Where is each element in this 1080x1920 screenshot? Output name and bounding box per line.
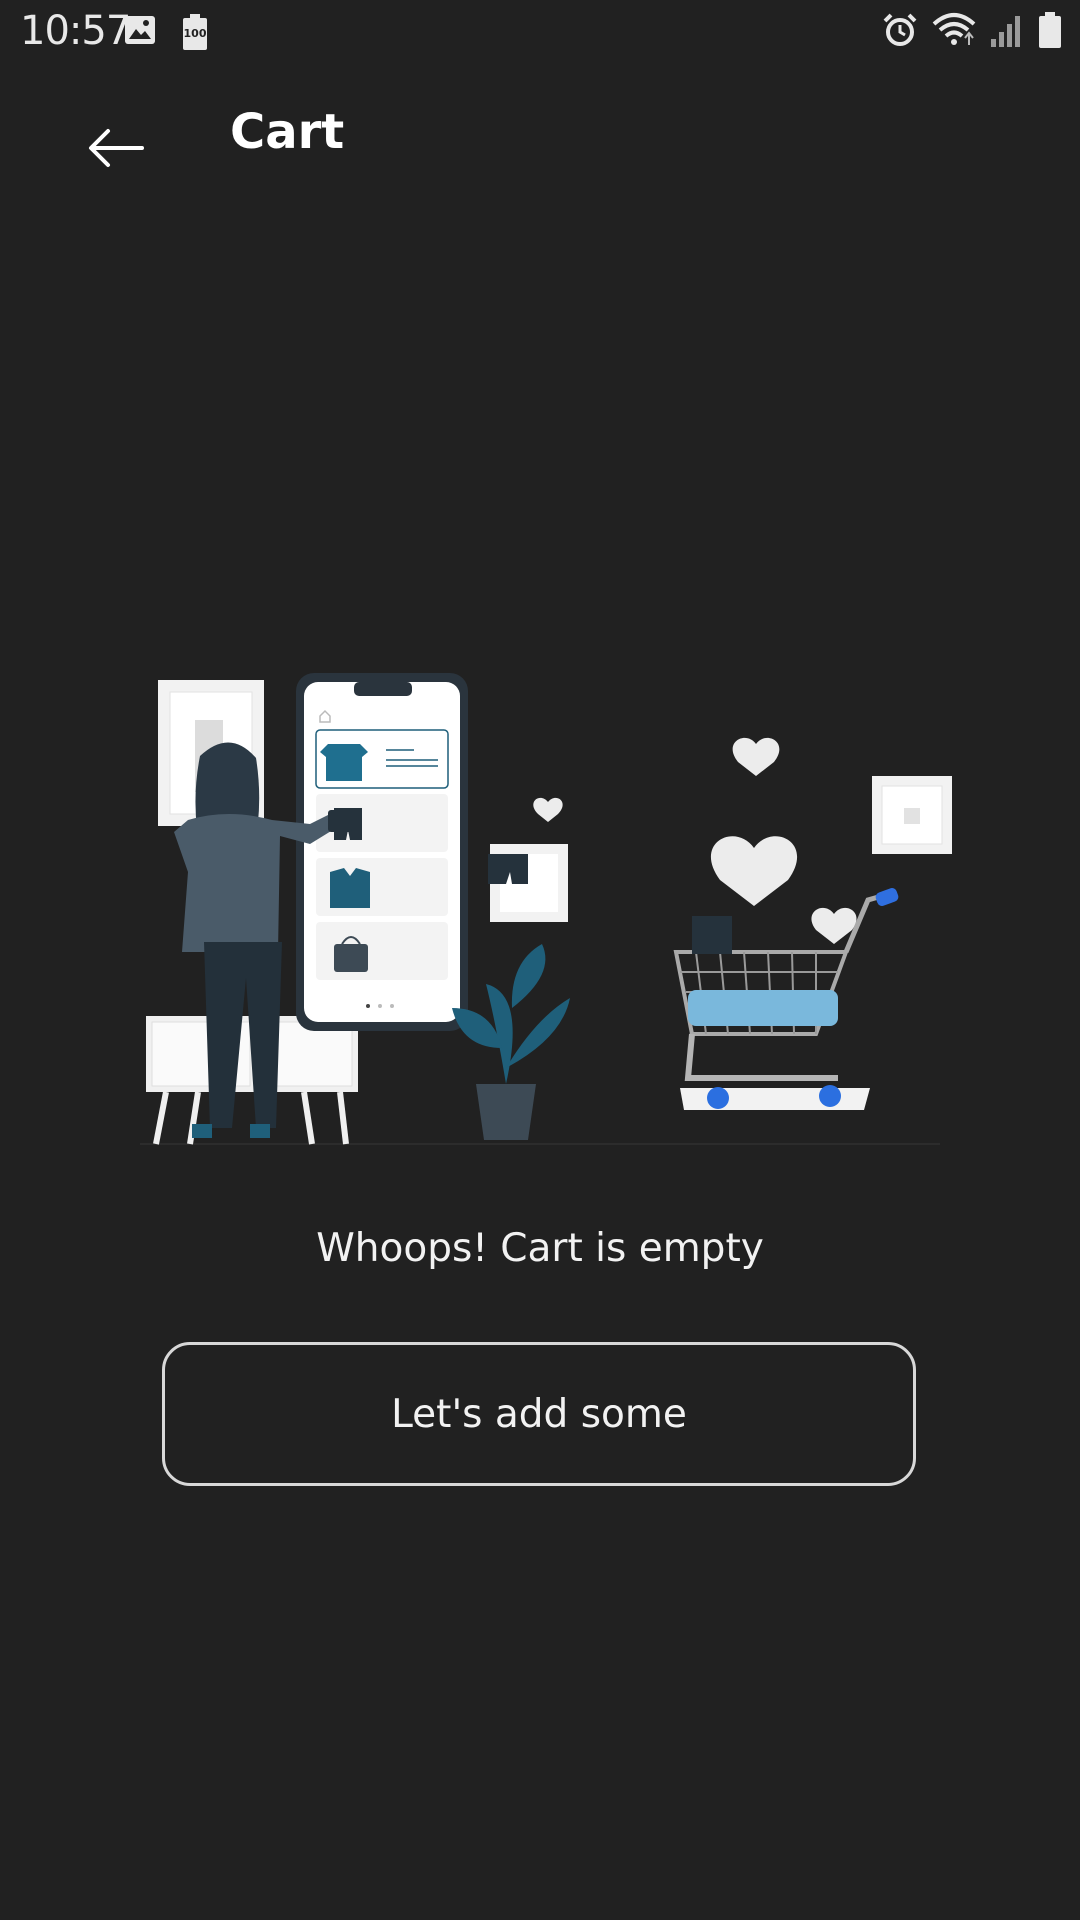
empty-cart-illustration	[140, 668, 960, 1148]
status-right-icons	[882, 12, 1062, 52]
image-icon	[124, 14, 156, 50]
battery-icon	[1038, 12, 1062, 52]
status-left-icons: 100	[124, 14, 208, 50]
back-button[interactable]	[72, 106, 160, 194]
battery-saver-icon: 100	[182, 14, 208, 50]
app-bar: Cart	[0, 66, 1080, 206]
battery-badge: 100	[183, 27, 207, 40]
status-bar: 10:57 100	[0, 0, 1080, 66]
signal-icon	[990, 12, 1024, 52]
add-items-button[interactable]: Let's add some	[162, 1342, 916, 1486]
cart-screen: 10:57 100 Cart Whoops! Cart is empty Let…	[0, 0, 1080, 1920]
status-time: 10:57	[20, 8, 131, 54]
alarm-icon	[882, 12, 918, 52]
page-title: Cart	[230, 104, 345, 160]
wifi-icon	[932, 12, 976, 52]
empty-cart-message: Whoops! Cart is empty	[316, 1226, 764, 1271]
arrow-left-icon	[88, 128, 144, 172]
